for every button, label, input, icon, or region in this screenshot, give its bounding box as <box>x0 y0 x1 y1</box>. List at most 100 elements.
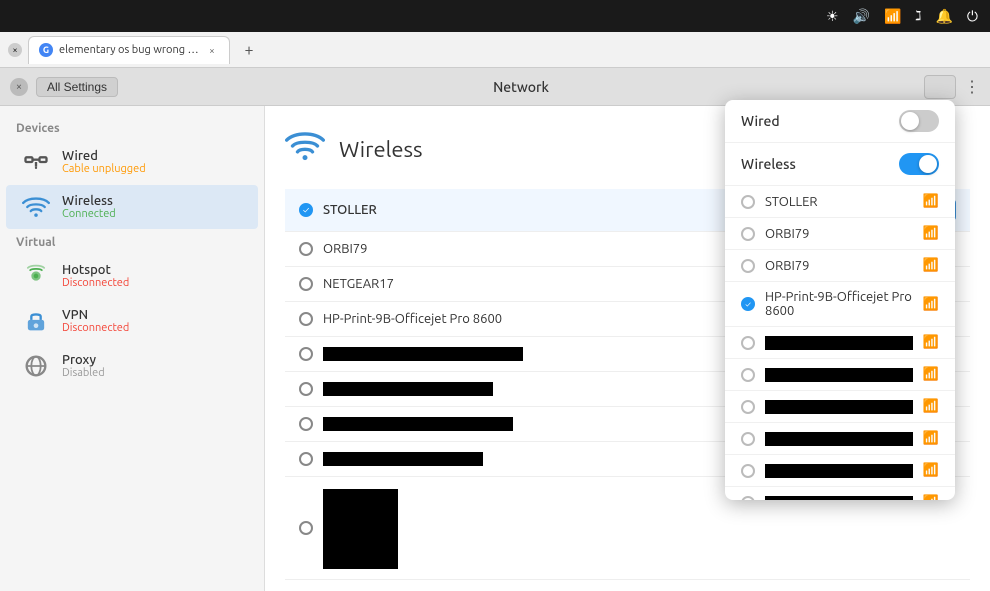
brightness-icon[interactable]: ☀ <box>826 8 839 25</box>
dropdown-network-hidden6[interactable]: 📶 <box>725 487 955 500</box>
hotspot-item-status: Disconnected <box>62 277 129 289</box>
dropdown-radio-stoller <box>741 195 755 209</box>
dropdown-network-orbi79-1[interactable]: ORBI79 📶 <box>725 218 955 250</box>
dropdown-scroll[interactable]: Wired Wireless STOLLER 📶 ORBI79 📶 <box>725 100 955 500</box>
browser-tab[interactable]: G elementary os bug wrong wifi b... × <box>28 36 230 64</box>
dropdown-wifi-hp-print: 📶 <box>923 297 939 312</box>
dropdown-network-hidden5[interactable]: 📶 <box>725 455 955 487</box>
dropdown-wifi-stoller: 📶 <box>923 194 939 209</box>
network-radio-stoller <box>299 203 313 217</box>
dropdown-radio-hidden2 <box>741 368 755 382</box>
dropdown-name-hidden3 <box>765 400 913 414</box>
dropdown-radio-hidden3 <box>741 400 755 414</box>
dropdown-wireless-toggle[interactable] <box>899 153 939 175</box>
dropdown-network-hidden4[interactable]: 📶 <box>725 423 955 455</box>
sidebar-item-wired[interactable]: Wired Cable unplugged <box>6 140 258 184</box>
browser-chrome: × G elementary os bug wrong wifi b... × … <box>0 32 990 68</box>
wireless-sidebar-icon <box>20 191 52 223</box>
taskbar: ☀ 🔊 📶 ℷ 🔔 ⏻ <box>0 0 990 32</box>
dropdown-wireless-label: Wireless <box>741 156 796 172</box>
dropdown-network-name-stoller: STOLLER <box>765 195 913 209</box>
wireless-item-text: Wireless Connected <box>62 194 116 220</box>
dropdown-wifi-hidden1: 📶 <box>923 335 939 350</box>
dropdown-network-hp-print[interactable]: HP-Print-9B-Officejet Pro 8600 📶 <box>725 282 955 327</box>
dropdown-network-name-orbi79-1: ORBI79 <box>765 227 913 241</box>
sidebar: Devices Wired Cable unplugged <box>0 106 265 591</box>
sidebar-item-wireless[interactable]: Wireless Connected <box>6 185 258 229</box>
network-radio-hidden4 <box>299 452 313 466</box>
network-radio-netgear17 <box>299 277 313 291</box>
wifi-icon[interactable]: 📶 <box>884 8 901 25</box>
search-input[interactable] <box>924 75 956 99</box>
dropdown-network-hidden3[interactable]: 📶 <box>725 391 955 423</box>
dropdown-name-hidden5 <box>765 464 913 478</box>
hotspot-item-name: Hotspot <box>62 263 129 277</box>
dropdown-network-hidden1[interactable]: 📶 <box>725 327 955 359</box>
content-title-text: Wireless <box>339 137 423 162</box>
wireless-item-status: Connected <box>62 208 116 220</box>
network-radio-hidden3 <box>299 417 313 431</box>
dropdown-wifi-hidden3: 📶 <box>923 399 939 414</box>
hotspot-item-text: Hotspot Disconnected <box>62 263 129 289</box>
network-name-hidden1 <box>323 347 523 361</box>
sidebar-section-devices: Devices <box>0 116 264 139</box>
tab-label: elementary os bug wrong wifi b... <box>59 44 199 56</box>
new-tab-button[interactable]: + <box>236 37 262 63</box>
wired-item-text: Wired Cable unplugged <box>62 149 146 175</box>
dropdown-network-orbi79-2[interactable]: ORBI79 📶 <box>725 250 955 282</box>
toggle-wired-knob <box>901 112 919 130</box>
sidebar-item-hotspot[interactable]: Hotspot Disconnected <box>6 254 258 298</box>
dropdown-wifi-orbi79-2: 📶 <box>923 258 939 273</box>
dropdown-radio-orbi79-1 <box>741 227 755 241</box>
power-icon[interactable]: ⏻ <box>967 8 978 25</box>
browser-close-button[interactable]: × <box>8 43 22 57</box>
volume-icon[interactable]: 🔊 <box>853 8 870 25</box>
dropdown-name-hidden4 <box>765 432 913 446</box>
dropdown-wifi-hidden4: 📶 <box>923 431 939 446</box>
dropdown-network-hidden2[interactable]: 📶 <box>725 359 955 391</box>
network-radio-orbi79 <box>299 242 313 256</box>
dropdown-wired-label: Wired <box>741 113 780 129</box>
wireless-icon-large <box>285 126 325 173</box>
vpn-item-text: VPN Disconnected <box>62 308 129 334</box>
wired-item-name: Wired <box>62 149 146 163</box>
vpn-icon <box>20 305 52 337</box>
dropdown-radio-hp-print <box>741 297 755 311</box>
network-name-hidden4 <box>323 452 483 466</box>
bluetooth-icon[interactable]: ℷ <box>915 9 921 24</box>
all-settings-button[interactable]: All Settings <box>36 77 118 97</box>
toggle-wireless-knob <box>919 155 937 173</box>
dropdown-network-name-orbi79-2: ORBI79 <box>765 259 913 273</box>
proxy-item-text: Proxy Disabled <box>62 353 105 379</box>
proxy-icon <box>20 350 52 382</box>
dropdown-wired-toggle[interactable] <box>899 110 939 132</box>
dropdown-wifi-hidden6: 📶 <box>923 495 939 500</box>
sidebar-section-virtual: Virtual <box>0 230 264 253</box>
dropdown-network-stoller[interactable]: STOLLER 📶 <box>725 186 955 218</box>
tab-close-button[interactable]: × <box>205 43 219 57</box>
sidebar-item-proxy[interactable]: Proxy Disabled <box>6 344 258 388</box>
wired-icon <box>20 146 52 178</box>
dropdown-wifi-hidden5: 📶 <box>923 463 939 478</box>
proxy-item-status: Disabled <box>62 367 105 379</box>
dropdown-radio-hidden6 <box>741 496 755 501</box>
dropdown-name-hidden6 <box>765 496 913 501</box>
network-name-hidden5 <box>323 489 398 569</box>
network-radio-hidden5 <box>299 521 313 535</box>
wireless-item-name: Wireless <box>62 194 116 208</box>
dropdown-network-name-hp-print: HP-Print-9B-Officejet Pro 8600 <box>765 290 913 318</box>
dropdown-radio-hidden5 <box>741 464 755 478</box>
vpn-item-status: Disconnected <box>62 322 129 334</box>
app-close-button[interactable]: × <box>10 78 28 96</box>
dropdown-wifi-hidden2: 📶 <box>923 367 939 382</box>
header-title: Network <box>126 79 916 95</box>
wired-item-status: Cable unplugged <box>62 163 146 175</box>
network-radio-hidden2 <box>299 382 313 396</box>
header-menu-button[interactable]: ⋮ <box>964 77 980 96</box>
sidebar-item-vpn[interactable]: VPN Disconnected <box>6 299 258 343</box>
network-radio-hidden1 <box>299 347 313 361</box>
notification-icon[interactable]: 🔔 <box>935 8 952 25</box>
proxy-item-name: Proxy <box>62 353 105 367</box>
network-name-hidden3 <box>323 417 513 431</box>
dropdown-radio-hidden4 <box>741 432 755 446</box>
